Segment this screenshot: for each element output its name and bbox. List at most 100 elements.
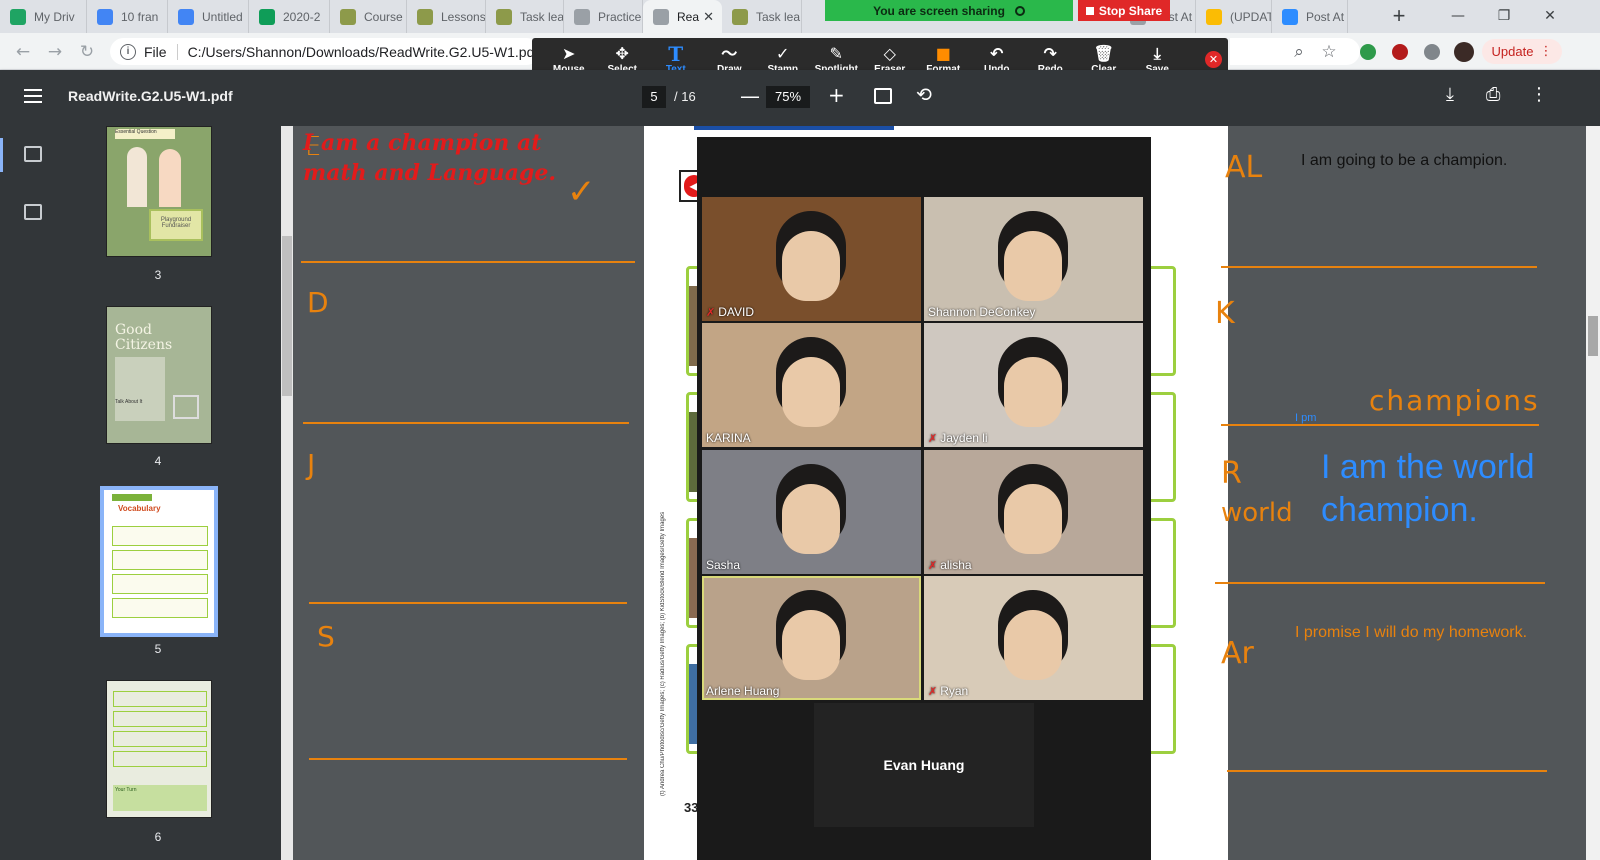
participant-tile[interactable]: Sasha [702,450,921,574]
participant-tile[interactable]: Shannon DeConkey [924,197,1143,321]
thumb-heading: Vocabulary [118,504,161,513]
muted-mic-icon: ✗ [928,558,938,572]
minimize-button[interactable]: — [1435,0,1481,33]
page-number-input[interactable]: 5 [642,86,666,108]
browser-tab[interactable]: Task lea [486,0,564,33]
search-icon[interactable]: ⌕ [1288,41,1310,63]
eraser-icon: ◇ [883,43,896,63]
reload-icon[interactable]: ↻ [76,41,98,63]
thumbnail-page-4[interactable]: Good Citizens Talk About It [106,306,212,444]
sidebar-rail [0,126,68,860]
browser-tab[interactable]: Lessons [407,0,486,33]
update-label: Update [1491,44,1534,59]
participant-name: DAVID [718,305,755,319]
browser-tab[interactable]: (UPDAT [1196,0,1272,33]
browser-tab[interactable]: Rea ✕ [643,0,722,33]
close-window-button[interactable]: ✕ [1527,0,1573,33]
globe-icon [653,8,669,25]
annotation-word: world [1221,498,1293,528]
small-annotation-text: I pm [1295,412,1317,424]
thumb-vocab-row [113,691,207,707]
browser-tab[interactable]: My Driv [0,0,87,33]
browser-tab[interactable]: 2020-2 [249,0,330,33]
red-annotation-text: I am a champion at math and Language. [303,130,557,186]
fit-page-icon[interactable] [874,88,892,104]
participant-video [782,357,840,427]
zoom-out-button[interactable]: — [740,84,760,108]
annotation-label: K [1215,296,1235,331]
page-banner [694,126,894,130]
browser-tab[interactable]: Untitled [168,0,249,33]
participant-name: KARINA [706,431,751,445]
browser-tab-strip: My Driv 10 fran Untitled 2020-2 Course Lesson… [0,0,1600,33]
orange-line [1221,424,1539,426]
participant-tile[interactable]: Arlene Huang [702,576,921,700]
browser-tab[interactable]: Post At [1272,0,1348,33]
thumbnails-icon[interactable] [24,146,42,162]
download-icon[interactable]: ⤓ [1446,84,1454,105]
close-annotation-icon[interactable]: ✕ [1205,51,1222,68]
maximize-button[interactable]: ❐ [1481,0,1527,33]
check-annotation: ✓ [567,172,596,212]
black-annotation-text: I am going to be a champion. [1301,152,1508,169]
more-options-icon[interactable]: ⋮ [1530,84,1548,105]
info-icon[interactable]: i [120,43,136,60]
text-icon: T [668,41,684,66]
google-docs-icon [178,8,194,25]
undo-icon: ↶ [990,43,1004,63]
browser-tab[interactable]: Course [330,0,407,33]
extension-icon[interactable] [1360,44,1376,60]
extension-icon[interactable] [1392,44,1408,60]
bookmark-star-icon[interactable]: ☆ [1318,41,1340,63]
checkmark-icon: ✓ [776,43,790,63]
forward-icon[interactable]: → [44,41,66,63]
cursor-icon: ➤ [562,43,576,63]
muted-mic-icon: ✗ [706,305,716,319]
thumb-vocab-row [113,751,207,767]
zoom-level-input[interactable]: 75% [766,86,810,108]
tab-label: (UPDAT [1230,9,1272,24]
tab-label: 10 fran [121,9,159,24]
browser-tab[interactable]: 10 fran [87,0,168,33]
participant-tile[interactable]: ✗ Jayden li [924,323,1143,447]
orange-line [1221,266,1537,268]
page-total: / 16 [674,89,696,104]
thumbnail-page-3[interactable]: Essential Question Playground Fundraiser [106,126,212,257]
thumbnail-number: 3 [154,268,162,282]
participant-tile[interactable]: ✗ alisha [924,450,1143,574]
print-icon[interactable]: ⎙ [1486,84,1500,105]
participant-tile[interactable]: ✗ DAVID [702,197,921,321]
left-scrollbar-thumb[interactable] [282,236,292,396]
browser-tab[interactable]: Practice [564,0,643,33]
close-tab-icon[interactable]: ✕ [703,9,714,25]
participant-tile[interactable]: ✗ Ryan [924,576,1143,700]
outline-icon[interactable] [24,204,42,220]
address-input[interactable]: i File C:/Users/Shannon/Downloads/ReadWr… [110,38,540,65]
trash-icon: 🗑 [1093,43,1114,63]
thumbnail-page-6[interactable]: Your Turn [106,680,212,818]
zoom-in-button[interactable]: + [828,83,845,107]
orange-line [303,422,629,424]
zoom-icon [1282,8,1298,25]
participant-tile-camera-off[interactable]: Evan Huang [814,703,1034,827]
orange-line [301,261,635,263]
rotate-icon[interactable]: ⟲ [916,84,932,106]
stop-share-button[interactable]: Stop Share [1078,0,1170,21]
avatar[interactable] [1454,42,1474,62]
browser-tab[interactable]: Task lea [722,0,802,33]
screen-sharing-banner[interactable]: You are screen sharing [825,0,1073,21]
participant-tile[interactable]: KARINA [702,323,921,447]
right-scrollbar[interactable] [1586,126,1600,860]
update-button[interactable]: Update ⋮ [1482,39,1562,64]
annotation-letter: D [307,286,329,319]
back-icon[interactable]: ← [12,41,34,63]
save-icon: ⤓ [1153,43,1161,63]
thumbnail-page-5[interactable]: Vocabulary [100,486,218,637]
orange-line [1215,582,1545,584]
puzzle-icon[interactable] [1424,44,1440,60]
menu-icon[interactable] [24,89,42,103]
new-tab-button[interactable]: + [1386,4,1412,30]
divider [176,43,178,60]
participant-name: Arlene Huang [706,684,780,698]
right-scrollbar-thumb[interactable] [1588,316,1598,356]
